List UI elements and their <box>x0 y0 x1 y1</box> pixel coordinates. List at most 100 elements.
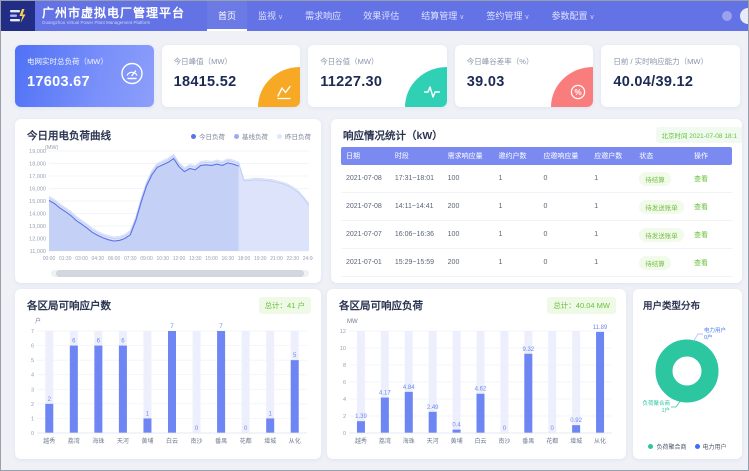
table-row: 2021-07-0817:31~18:01100101待结算查看 <box>341 165 732 193</box>
load-curve-chart: (MW)11,00012,00013,00014,00015,00016,000… <box>21 145 313 267</box>
app-title: 广州市虚拟电厂管理平台 <box>42 7 185 19</box>
svg-text:15,000: 15,000 <box>29 199 46 205</box>
svg-text:10: 10 <box>340 346 346 352</box>
svg-text:南沙: 南沙 <box>191 437 203 445</box>
table-header-cell: 应邀响应量 <box>538 151 589 161</box>
nav-item-demand-response[interactable]: 需求响应 <box>294 1 352 31</box>
table-cell: 1 <box>589 259 634 266</box>
legend-dot-icon <box>648 444 653 449</box>
table-cell: 2021-07-08 <box>341 175 390 182</box>
user-type-panel: 用户类型分布 电力用户0户负荷聚合商1户 负荷聚合商电力用户 <box>633 289 742 459</box>
nav-item-parameter-config[interactable]: 参数配置∨ <box>540 1 605 31</box>
nav-item-monitor[interactable]: 监视∨ <box>247 1 294 31</box>
status-cell: 待发送账单 <box>634 228 689 242</box>
chevron-down-icon: ∨ <box>590 14 595 21</box>
kpi-label: 今日谷值（MW） <box>320 56 378 67</box>
svg-text:1.39: 1.39 <box>355 414 367 420</box>
svg-text:4.17: 4.17 <box>379 391 391 397</box>
svg-text:15:00: 15:00 <box>205 256 218 262</box>
svg-text:天河: 天河 <box>427 437 439 445</box>
legend-item[interactable]: 基线负荷 <box>234 131 268 141</box>
table-cell: 200 <box>443 203 494 210</box>
donut-legend: 负荷聚合商电力用户 <box>633 442 742 451</box>
load-curve-panel: 今日用电负荷曲线 今日负荷基线负荷昨日负荷 (MW)11,00012,00013… <box>15 119 321 283</box>
gauge-icon <box>120 62 144 91</box>
table-cell: 2021-07-01 <box>341 259 390 266</box>
svg-text:越秀: 越秀 <box>43 437 55 445</box>
table-header-cell: 状态 <box>634 151 689 161</box>
chart-scrollbar-thumb[interactable] <box>56 270 304 277</box>
svg-text:11,000: 11,000 <box>30 249 46 255</box>
load-curve-legend: 今日负荷基线负荷昨日负荷 <box>191 131 311 141</box>
kpi-card-today-peak: 今日峰值（MW） 18415.52 <box>162 45 301 107</box>
panel-title: 用户类型分布 <box>643 298 700 312</box>
svg-text:1户: 1户 <box>661 406 670 414</box>
table-cell: 17:31~18:01 <box>390 175 443 182</box>
svg-text:13,000: 13,000 <box>29 224 46 230</box>
nav-item-contract[interactable]: 签约管理∨ <box>475 1 540 31</box>
top-navbar: 广州市虚拟电厂管理平台 Guangzhou Virtual Power Plan… <box>1 1 748 31</box>
view-link[interactable]: 查看 <box>694 176 708 183</box>
kpi-card-today-valley: 今日谷值（MW） 11227.30 <box>308 45 447 107</box>
legend-item[interactable]: 今日负荷 <box>191 131 225 141</box>
table-cell: 100 <box>443 175 494 182</box>
header-actions <box>722 8 748 24</box>
dashboard-root: 广州市虚拟电厂管理平台 Guangzhou Virtual Power Plan… <box>0 0 749 471</box>
nav-item-effect-evaluation[interactable]: 效果评估 <box>352 1 410 31</box>
chart-scrollbar[interactable] <box>51 270 309 277</box>
nav-item-home[interactable]: 首页 <box>207 1 247 31</box>
user-type-donut-chart: 电力用户0户负荷聚合商1户 <box>635 313 739 431</box>
svg-text:2: 2 <box>343 414 346 420</box>
svg-text:荔湾: 荔湾 <box>68 437 80 445</box>
svg-text:增城: 增城 <box>570 437 582 445</box>
table-cell: 0 <box>538 231 589 238</box>
svg-text:16,000: 16,000 <box>29 187 46 193</box>
svg-text:5: 5 <box>31 358 34 364</box>
kpi-value: 17603.67 <box>27 74 90 90</box>
user-avatar[interactable] <box>740 8 749 24</box>
svg-text:0: 0 <box>343 431 346 437</box>
svg-text:14,000: 14,000 <box>29 212 46 218</box>
chevron-down-icon: ∨ <box>459 14 464 21</box>
view-link[interactable]: 查看 <box>694 204 708 211</box>
district-users-chart: 户012345672越秀6荔湾6海珠6天河1黄埔7白云0南沙7番禺0花都1增城5… <box>21 315 313 453</box>
svg-text:10:30: 10:30 <box>156 256 169 262</box>
svg-text:24:00: 24:00 <box>303 256 313 262</box>
svg-text:荔湾: 荔湾 <box>379 437 391 445</box>
svg-text:海珠: 海珠 <box>92 437 104 445</box>
svg-text:07:30: 07:30 <box>124 256 137 262</box>
svg-text:6: 6 <box>343 380 346 386</box>
nav-item-settlement[interactable]: 结算管理∨ <box>410 1 475 31</box>
status-badge: 待结算 <box>639 172 671 186</box>
svg-text:4: 4 <box>343 397 346 403</box>
table-cell: 1 <box>493 175 538 182</box>
status-badge: 待结算 <box>639 256 671 270</box>
table-cell: 1 <box>589 231 634 238</box>
legend-item[interactable]: 昨日负荷 <box>277 131 311 141</box>
svg-text:1: 1 <box>31 416 34 422</box>
view-link[interactable]: 查看 <box>694 260 708 267</box>
svg-text:2: 2 <box>31 402 34 408</box>
kpi-card-peak-valley-rate: 今日峰谷差率（%） 39.03 % <box>455 45 594 107</box>
table-cell: 1 <box>589 175 634 182</box>
table-header-cell: 邀约户数 <box>493 151 538 161</box>
kpi-label: 电网实时总负荷（MW） <box>27 56 108 67</box>
notification-icon[interactable] <box>722 11 732 21</box>
view-link[interactable]: 查看 <box>694 232 708 239</box>
svg-text:白云: 白云 <box>474 437 486 445</box>
svg-text:从化: 从化 <box>289 437 301 445</box>
table-cell: 2021-07-08 <box>341 203 390 210</box>
legend-item[interactable]: 负荷聚合商 <box>648 442 686 451</box>
legend-dot-icon <box>277 134 282 139</box>
svg-text:17,000: 17,000 <box>29 174 46 180</box>
table-cell: 1 <box>493 231 538 238</box>
svg-text:4: 4 <box>31 373 34 379</box>
table-header-row: 日期时段需求响应量邀约户数应邀响应量应邀户数状态操作 <box>341 147 732 165</box>
legend-item[interactable]: 电力用户 <box>695 442 727 451</box>
svg-text:从化: 从化 <box>594 437 606 445</box>
svg-text:8: 8 <box>343 363 346 369</box>
svg-text:7: 7 <box>170 324 174 330</box>
status-badge: 待发送账单 <box>639 228 684 242</box>
svg-text:负荷聚合商: 负荷聚合商 <box>642 399 670 407</box>
svg-text:13:30: 13:30 <box>189 256 202 262</box>
